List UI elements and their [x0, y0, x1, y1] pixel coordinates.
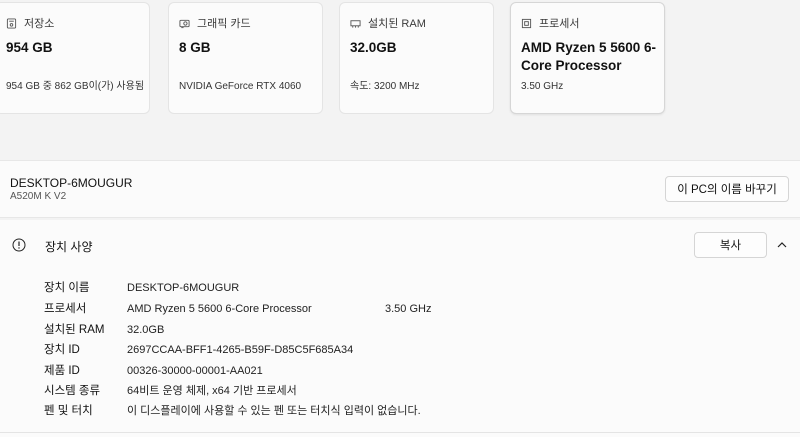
card-value: 32.0GB [350, 40, 397, 55]
spec-value: 2697CCAA-BFF1-4265-B59F-D85C5F685A34 [127, 344, 354, 356]
spec-value-extra: 3.50 GHz [385, 303, 432, 315]
spec-label: 시스템 종류 [44, 385, 101, 397]
spec-label: 펜 및 터치 [44, 405, 93, 417]
card-subtext: NVIDIA GeForce RTX 4060 [179, 81, 302, 92]
card-subtext: 속도: 3200 MHz [350, 81, 420, 92]
spec-label: 장치 이름 [44, 282, 90, 294]
card-header: 프로세서 [521, 15, 579, 31]
spec-label: 장치 ID [44, 344, 80, 356]
card-value: 954 GB [6, 40, 53, 55]
card-value: AMD Ryzen 5 5600 6-Core Processor [521, 40, 657, 73]
divider [0, 432, 800, 433]
device-name: DESKTOP-6MOUGUR [10, 176, 133, 190]
device-specs-header[interactable]: 장치 사양 복사 [0, 220, 800, 273]
card-title: 저장소 [24, 18, 55, 30]
info-icon [12, 238, 26, 252]
card-subtext: 954 GB 중 862 GB이(가) 사용됨 [6, 81, 145, 92]
card-subtext: 3.50 GHz [521, 81, 564, 92]
processor-icon [521, 18, 532, 28]
ram-card[interactable]: 설치된 RAM 32.0GB 속도: 3200 MHz [339, 2, 494, 114]
spec-value: 32.0GB [127, 324, 165, 336]
spec-value: 64비트 운영 체제, x64 기반 프로세서 [127, 385, 297, 397]
spec-value: DESKTOP-6MOUGUR [127, 282, 240, 294]
section-title: 장치 사양 [45, 240, 93, 254]
card-header: 설치된 RAM [350, 15, 426, 31]
storage-card[interactable]: 저장소 954 GB 954 GB 중 862 GB이(가) 사용됨 [0, 2, 150, 114]
copy-button[interactable]: 복사 [694, 232, 767, 258]
spec-label: 설치된 RAM [44, 324, 105, 336]
device-name-section: DESKTOP-6MOUGUR A520M K V2 이 PC의 이름 바꾸기 [0, 160, 800, 218]
card-value: 8 GB [179, 40, 211, 55]
spec-value: 00326-30000-00001-AA021 [127, 365, 263, 377]
card-title: 프로세서 [539, 18, 580, 30]
storage-icon [6, 17, 17, 29]
spec-label: 제품 ID [44, 365, 80, 377]
spec-value: AMD Ryzen 5 5600 6-Core Processor [127, 303, 312, 315]
chevron-up-icon[interactable] [775, 238, 789, 252]
card-header: 저장소 [6, 15, 54, 31]
device-model: A520M K V2 [10, 191, 67, 202]
memory-icon [350, 19, 361, 28]
spec-value: 이 디스플레이에 사용할 수 있는 펜 또는 터치식 입력이 없습니다. [127, 405, 421, 417]
card-title: 그래픽 카드 [197, 18, 251, 30]
card-title: 설치된 RAM [368, 18, 426, 30]
hardware-cards: 저장소 954 GB 954 GB 중 862 GB이(가) 사용됨 그래픽 카… [0, 0, 800, 130]
spec-label: 프로세서 [44, 303, 87, 315]
card-header: 그래픽 카드 [179, 15, 251, 31]
device-specs-list: 장치 이름 DESKTOP-6MOUGUR 프로세서 AMD Ryzen 5 5… [0, 272, 800, 437]
graphics-card-icon [179, 19, 190, 28]
processor-card[interactable]: 프로세서 AMD Ryzen 5 5600 6-Core Processor 3… [510, 2, 665, 114]
graphics-card-card[interactable]: 그래픽 카드 8 GB NVIDIA GeForce RTX 4060 [168, 2, 323, 114]
rename-pc-button[interactable]: 이 PC의 이름 바꾸기 [665, 176, 789, 202]
